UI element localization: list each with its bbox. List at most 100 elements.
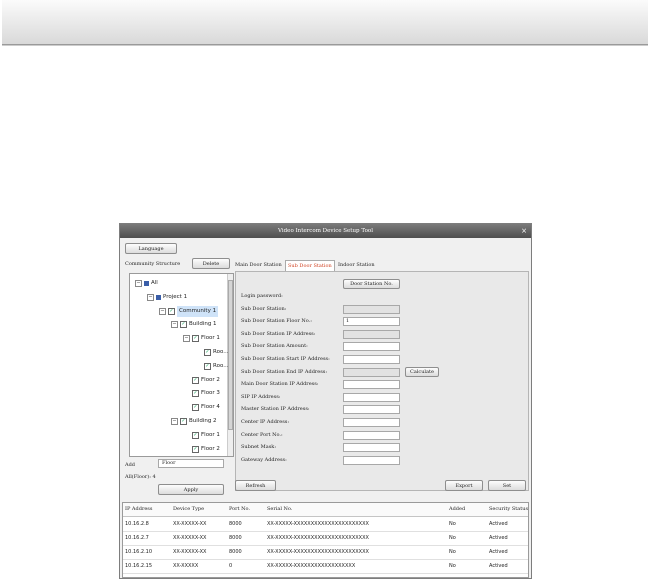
form-label: Sub Door Station Start IP Address: bbox=[241, 356, 330, 362]
form-input[interactable]: 1 bbox=[343, 317, 400, 327]
tree-item[interactable]: ✓ Floor 1 bbox=[183, 430, 220, 441]
form-input[interactable] bbox=[343, 443, 400, 453]
form-label: Gateway Address: bbox=[241, 456, 287, 463]
form-input bbox=[343, 367, 400, 377]
partial-check-icon[interactable] bbox=[144, 281, 149, 286]
table-cell: No bbox=[449, 521, 456, 527]
checkbox-checked-icon[interactable]: ✓ bbox=[204, 349, 211, 356]
column-header[interactable]: Added bbox=[449, 506, 465, 512]
table-cell: No bbox=[449, 535, 456, 541]
form-label: Main Door Station IP Address: bbox=[241, 381, 319, 388]
form-label: Sub Door Station: bbox=[241, 305, 287, 312]
checkbox-checked-icon[interactable]: ✓ bbox=[168, 307, 175, 315]
table-row[interactable]: 10.16.2.15 XX-XXXXX 0 XX-XXXXX-XXXXXXXXXXXX… bbox=[123, 560, 528, 574]
collapse-icon[interactable]: − bbox=[171, 418, 178, 425]
table-cell: XX-XXXXX-XX bbox=[173, 521, 207, 527]
tree-item-label: Project 1 bbox=[163, 293, 188, 300]
partial-check-icon[interactable] bbox=[156, 294, 161, 300]
collapse-icon[interactable]: − bbox=[171, 321, 178, 329]
tree-item[interactable]: − ✓ Building 2 bbox=[171, 416, 217, 427]
refresh-button[interactable]: Refresh bbox=[235, 480, 276, 491]
tree-item[interactable]: ✓ Floor 2 bbox=[183, 375, 220, 386]
export-button[interactable]: Export bbox=[445, 480, 483, 491]
checkbox-checked-icon[interactable]: ✓ bbox=[192, 431, 199, 439]
checkbox-checked-icon[interactable]: ✓ bbox=[192, 376, 199, 384]
checkbox-checked-icon[interactable]: ✓ bbox=[192, 335, 199, 343]
checkbox-checked-icon[interactable]: ✓ bbox=[192, 404, 199, 412]
table-row[interactable]: 10.16.2.8 XX-XXXXX-XX 8000 XX-XXXXX-XXXXXXX… bbox=[123, 518, 528, 532]
tab-main-door-station[interactable]: Main Door Station bbox=[235, 260, 282, 271]
form-input[interactable] bbox=[343, 455, 400, 465]
tree-item[interactable]: − ✓ Community 1 bbox=[159, 305, 219, 317]
form-input bbox=[343, 304, 400, 314]
table-cell: 8000 bbox=[229, 549, 242, 555]
tree-scrollbar-thumb[interactable] bbox=[228, 280, 233, 430]
form-label: Center Port No.: bbox=[241, 431, 283, 438]
page-header-banner bbox=[2, 0, 648, 45]
form-label: Sub Door Station End IP Address: bbox=[241, 368, 328, 375]
door-station-no-button[interactable]: Door Station No. bbox=[343, 279, 400, 289]
all-floor-count: All(Floor): 4 bbox=[125, 474, 156, 480]
delete-button[interactable]: Delete bbox=[192, 258, 230, 269]
tree-item[interactable]: ✓ Roo... bbox=[195, 347, 228, 358]
title-bar: Video Intercom Device Setup Tool × bbox=[120, 224, 531, 238]
table-row[interactable]: 10.16.2.10 XX-XXXXX-XX 8000 XX-XXXXX-XXXXXX… bbox=[123, 546, 528, 560]
form-input[interactable] bbox=[343, 430, 400, 440]
form-input[interactable] bbox=[343, 405, 400, 415]
close-icon[interactable]: × bbox=[521, 224, 527, 238]
tree-item[interactable]: ✓ Roo... bbox=[195, 361, 228, 372]
community-tree[interactable]: − All − Project 1− ✓ Community 1− ✓ Building 1−… bbox=[129, 273, 234, 457]
tree-item-label: Roo... bbox=[213, 362, 229, 369]
tree-item[interactable]: − ✓ Floor 1 bbox=[183, 333, 220, 344]
column-header[interactable]: Security Status bbox=[489, 506, 528, 512]
column-header[interactable]: Serial No. bbox=[267, 506, 292, 512]
tree-item[interactable]: − All bbox=[135, 278, 158, 289]
add-type-select[interactable]: Floor bbox=[158, 459, 224, 468]
sub-door-station-panel: Door Station No. Login password: Sub Door… bbox=[235, 271, 529, 491]
collapse-icon[interactable]: − bbox=[159, 307, 166, 315]
form-input[interactable] bbox=[343, 342, 400, 352]
collapse-icon[interactable]: − bbox=[183, 335, 190, 343]
tab-indoor-station[interactable]: Indoor Station bbox=[338, 260, 375, 271]
tree-item[interactable]: ✓ Floor 4 bbox=[183, 402, 220, 413]
form-label: Sub Door Station Amount: bbox=[241, 343, 308, 350]
form-input bbox=[343, 329, 400, 339]
table-cell: XX-XXXXX-XXXXXXXXXXXXXXXXXX bbox=[267, 563, 356, 569]
tree-item[interactable]: ✓ Floor 3 bbox=[183, 388, 220, 399]
checkbox-checked-icon[interactable]: ✓ bbox=[192, 390, 199, 398]
collapse-icon[interactable]: − bbox=[135, 280, 142, 287]
form-input[interactable] bbox=[343, 380, 400, 390]
form-input[interactable] bbox=[343, 392, 400, 402]
table-header: IP Address Device Type Port No. Serial No. A… bbox=[123, 503, 528, 517]
set-button[interactable]: Set bbox=[488, 480, 526, 491]
column-header[interactable]: IP Address bbox=[125, 506, 152, 512]
tree-item-label: Floor 2 bbox=[201, 376, 220, 383]
tree-item-label: Building 2 bbox=[189, 418, 217, 424]
tree-item[interactable]: − ✓ Building 1 bbox=[171, 319, 217, 330]
table-cell: Actived bbox=[489, 549, 508, 555]
checkbox-checked-icon[interactable]: ✓ bbox=[204, 362, 211, 370]
column-header[interactable]: Port No. bbox=[229, 506, 250, 512]
window-title: Video Intercom Device Setup Tool bbox=[278, 228, 373, 234]
table-cell: Actived bbox=[489, 521, 508, 527]
device-table[interactable]: IP Address Device Type Port No. Serial No. A… bbox=[122, 502, 529, 578]
form-label: Master Station IP Address: bbox=[241, 406, 310, 413]
tree-item[interactable]: − Project 1 bbox=[147, 292, 187, 303]
table-cell: 8000 bbox=[229, 535, 242, 541]
collapse-icon[interactable]: − bbox=[147, 293, 154, 301]
tree-item[interactable]: ✓ Floor 2 bbox=[183, 444, 220, 455]
table-row[interactable]: 10.16.2.7 XX-XXXXX-XX 8000 XX-XXXXX-XXXXXXX… bbox=[123, 532, 528, 546]
table-cell: XX-XXXXX-XXXXXXXXXXXXXXXXXXXXXX bbox=[267, 521, 369, 527]
checkbox-checked-icon[interactable]: ✓ bbox=[180, 418, 187, 425]
apply-button[interactable]: Apply bbox=[158, 484, 224, 495]
form-input[interactable] bbox=[343, 418, 400, 427]
add-type-value: Floor bbox=[162, 460, 176, 466]
checkbox-checked-icon[interactable]: ✓ bbox=[192, 445, 199, 453]
table-cell: XX-XXXXX-XXXXXXXXXXXXXXXXXXXXXX bbox=[267, 549, 369, 555]
column-header[interactable]: Device Type bbox=[173, 506, 204, 512]
calculate-button[interactable]: Calculate bbox=[405, 367, 439, 377]
table-cell: No bbox=[449, 549, 456, 555]
language-button[interactable]: Language bbox=[125, 243, 177, 254]
checkbox-checked-icon[interactable]: ✓ bbox=[180, 321, 187, 329]
form-input[interactable] bbox=[343, 355, 400, 364]
